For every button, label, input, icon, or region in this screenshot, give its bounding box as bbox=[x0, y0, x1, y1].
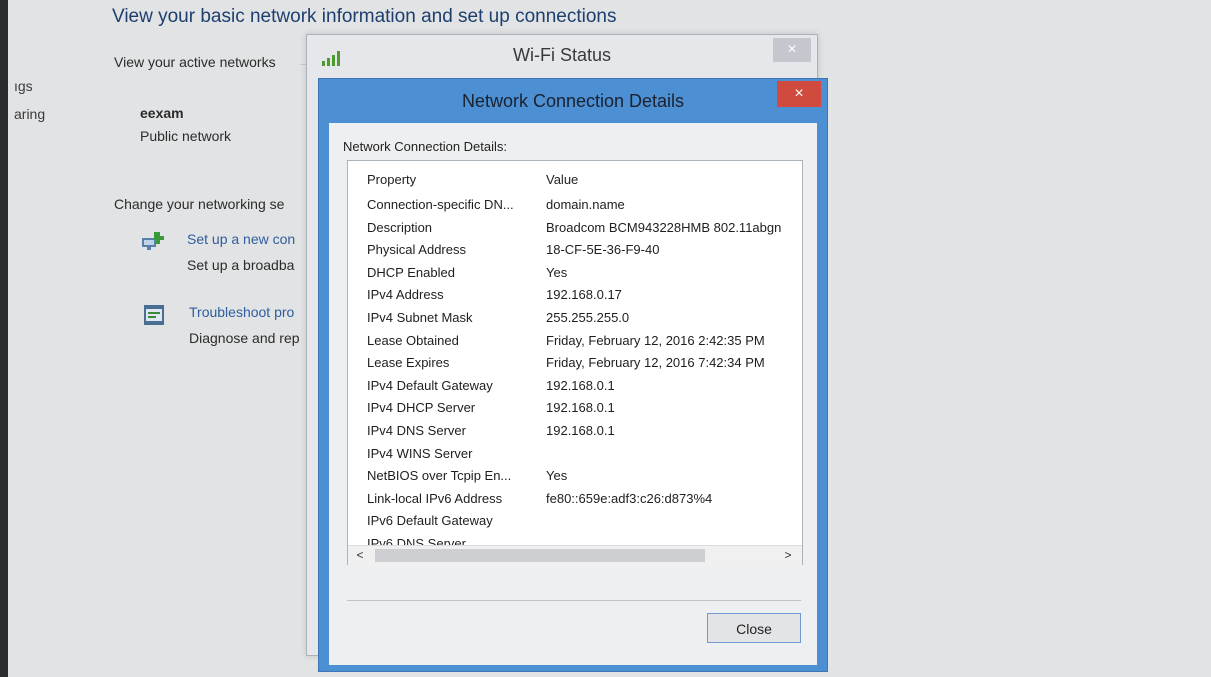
property-cell: NetBIOS over Tcpip En... bbox=[367, 468, 512, 484]
property-cell: IPv4 WINS Server bbox=[367, 445, 473, 461]
dialog-close-icon-button[interactable]: × bbox=[777, 81, 821, 107]
network-connection-details-dialog: Network Connection Details × Network Con… bbox=[318, 78, 828, 672]
property-cell: IPv4 Default Gateway bbox=[367, 377, 493, 393]
table-row[interactable]: IPv4 DHCP Server 192.168.0.1 bbox=[348, 398, 802, 421]
value-cell: 192.168.0.1 bbox=[546, 422, 615, 438]
property-cell: DHCP Enabled bbox=[367, 264, 455, 280]
property-cell: Lease Obtained bbox=[367, 332, 459, 348]
setup-connection-desc: Set up a broadba bbox=[187, 257, 295, 273]
property-cell: IPv4 DNS Server bbox=[367, 422, 466, 438]
column-header-property[interactable]: Property bbox=[367, 172, 416, 187]
table-row[interactable]: Lease Expires Friday, February 12, 2016 7… bbox=[348, 353, 802, 376]
scrollbar-thumb[interactable] bbox=[375, 549, 705, 562]
value-cell: Friday, February 12, 2016 7:42:34 PM bbox=[546, 355, 765, 371]
value-cell: 192.168.0.1 bbox=[546, 377, 615, 393]
details-section-label: Network Connection Details: bbox=[343, 139, 508, 154]
table-row[interactable]: NetBIOS over Tcpip En... Yes bbox=[348, 466, 802, 489]
table-row[interactable]: Connection-specific DN... domain.name bbox=[348, 195, 802, 218]
sidebar-link-sharing[interactable]: aring bbox=[14, 106, 45, 122]
value-cell: Yes bbox=[546, 468, 568, 484]
close-button[interactable]: Close bbox=[707, 613, 801, 643]
value-cell: 255.255.255.0 bbox=[546, 309, 630, 325]
wifi-status-title: Wi-Fi Status bbox=[512, 45, 611, 65]
value-cell: 18-CF-5E-36-F9-40 bbox=[546, 242, 660, 258]
property-cell: IPv6 Default Gateway bbox=[367, 513, 493, 529]
property-cell: Lease Expires bbox=[367, 355, 450, 371]
scroll-right-arrow-icon[interactable]: > bbox=[780, 546, 796, 565]
divider bbox=[347, 600, 801, 601]
column-header-value[interactable]: Value bbox=[546, 172, 578, 187]
table-row[interactable]: Link-local IPv6 Address fe80::659e:adf3:c… bbox=[348, 489, 802, 512]
dialog-client-area: Network Connection Details: Property Val… bbox=[329, 123, 817, 665]
table-row[interactable]: Lease Obtained Friday, February 12, 2016 … bbox=[348, 331, 802, 354]
network-type: Public network bbox=[140, 128, 232, 144]
value-cell: 192.168.0.1 bbox=[546, 400, 615, 416]
screen-bezel bbox=[0, 0, 8, 677]
troubleshoot-icon bbox=[143, 304, 165, 326]
change-settings-label: Change your networking se bbox=[114, 196, 285, 212]
table-row[interactable]: IPv4 Address 192.168.0.17 bbox=[348, 285, 802, 308]
property-cell: Link-local IPv6 Address bbox=[367, 490, 503, 506]
horizontal-scrollbar[interactable]: < > bbox=[348, 545, 802, 565]
table-row[interactable]: IPv4 WINS Server bbox=[348, 444, 802, 467]
sidebar-link-settings[interactable]: ıgs bbox=[14, 78, 33, 94]
property-cell: IPv4 Subnet Mask bbox=[367, 309, 473, 325]
property-cell: Description bbox=[367, 219, 433, 235]
dialog-title: Network Connection Details bbox=[461, 91, 685, 111]
scroll-left-arrow-icon[interactable]: < bbox=[352, 546, 368, 565]
table-row[interactable]: Physical Address 18-CF-5E-36-F9-40 bbox=[348, 240, 802, 263]
wifi-status-close-button[interactable]: × bbox=[773, 38, 811, 62]
table-row[interactable]: IPv4 Subnet Mask 255.255.255.0 bbox=[348, 308, 802, 331]
value-cell: Friday, February 12, 2016 2:42:35 PM bbox=[546, 332, 765, 348]
network-setup-icon bbox=[140, 230, 166, 254]
value-cell: Yes bbox=[546, 264, 568, 280]
setup-connection-link[interactable]: Set up a new con bbox=[187, 231, 295, 247]
property-cell: Physical Address bbox=[367, 242, 466, 258]
page-heading: View your basic network information and … bbox=[112, 6, 617, 27]
value-cell: domain.name bbox=[546, 197, 625, 212]
property-cell: IPv4 Address bbox=[367, 287, 444, 303]
property-cell: Connection-specific DN... bbox=[367, 197, 514, 212]
troubleshoot-link[interactable]: Troubleshoot pro bbox=[189, 304, 294, 320]
active-networks-label: View your active networks bbox=[114, 54, 276, 70]
table-row[interactable]: Description Broadcom BCM943228HMB 802.11a… bbox=[348, 218, 802, 241]
troubleshoot-desc: Diagnose and rep bbox=[189, 330, 300, 346]
value-cell: 192.168.0.17 bbox=[546, 287, 622, 303]
details-rows: Connection-specific DN... domain.name Des… bbox=[348, 195, 802, 557]
value-cell: fe80::659e:adf3:c26:d873%4 bbox=[546, 490, 713, 506]
table-row[interactable]: DHCP Enabled Yes bbox=[348, 263, 802, 286]
property-cell: IPv4 DHCP Server bbox=[367, 400, 476, 416]
details-list-view[interactable]: Property Value Connection-specific DN...… bbox=[347, 160, 803, 565]
table-row[interactable]: IPv4 Default Gateway 192.168.0.1 bbox=[348, 376, 802, 399]
network-name: eexam bbox=[140, 105, 184, 121]
table-row[interactable]: IPv4 DNS Server 192.168.0.1 bbox=[348, 421, 802, 444]
table-row[interactable]: IPv6 Default Gateway bbox=[348, 511, 802, 534]
value-cell: Broadcom BCM943228HMB 802.11abgn bbox=[546, 219, 782, 235]
